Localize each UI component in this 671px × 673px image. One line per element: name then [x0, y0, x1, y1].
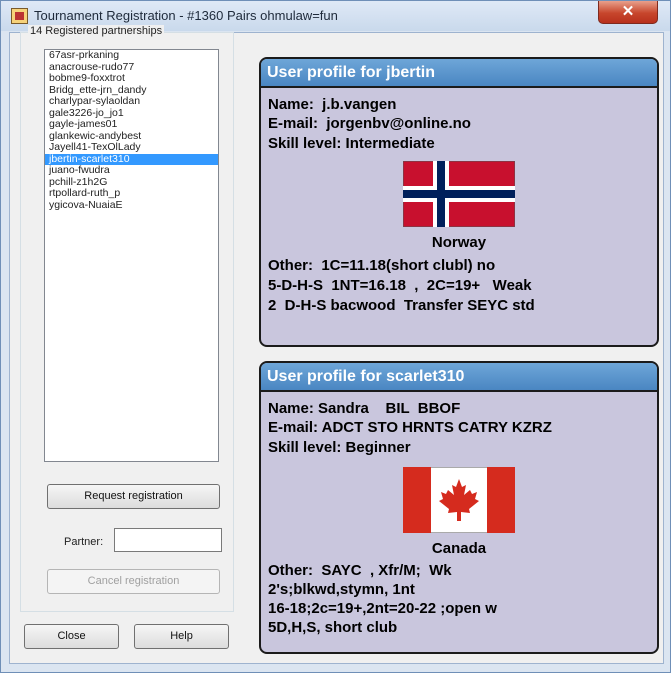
profile-email: E-mail: jorgenbv@online.no: [268, 115, 471, 132]
profile-email: E-mail: ADCT STO HRNTS CATRY KZRZ: [268, 419, 552, 436]
norway-flag-icon: [403, 161, 515, 227]
profile-other-line-4: 5D,H,S, short club: [268, 619, 398, 636]
profile-header: User profile for jbertin: [261, 59, 657, 88]
list-item[interactable]: 67asr-prkaning: [45, 50, 218, 62]
user-profile-panel-scarlet310: User profile for scarlet310 Name: Sandra…: [259, 361, 659, 654]
list-item[interactable]: jbertin-scarlet310: [45, 153, 218, 165]
partner-input[interactable]: [114, 528, 222, 552]
profile-other-line-2: 2's;blkwd,stymn, 1nt: [268, 581, 415, 598]
profile-other-line-1: Other: SAYC , Xfr/M; Wk: [268, 562, 452, 579]
list-item[interactable]: gale3226-jo_jo1: [45, 108, 218, 120]
help-button[interactable]: Help: [134, 624, 229, 649]
profile-name: Name: Sandra BIL BBOF: [268, 400, 461, 417]
canada-flag-icon: [403, 467, 515, 533]
profile-skill-level: Skill level: Intermediate: [268, 135, 435, 152]
profile-country: Canada: [431, 540, 487, 557]
list-item[interactable]: ygicova-NuaiaE: [45, 200, 218, 212]
list-item[interactable]: rtpollard-ruth_p: [45, 188, 218, 200]
profile-other-line-3: 2 D-H-S bacwood Transfer SEYC std: [268, 297, 535, 314]
partnerships-listbox[interactable]: 67asr-prkaning anacrouse-rudo77 bobme9-fox…: [44, 49, 219, 462]
window-close-button[interactable]: ✕: [598, 1, 658, 24]
list-item[interactable]: Bridg_ette-jrn_dandy: [45, 85, 218, 97]
window-title: Tournament Registration - #1360 Pairs oh…: [34, 8, 338, 23]
user-profile-panel-jbertin: User profile for jbertin Name: j.b.vange…: [259, 57, 659, 347]
list-item[interactable]: charlypar-sylaoldan: [45, 96, 218, 108]
profile-skill-level: Skill level: Beginner: [268, 439, 411, 456]
profile-other-line-1: Other: 1C=11.18(short clubl) no: [268, 257, 496, 274]
profile-country: Norway: [431, 234, 487, 251]
registered-partnerships-legend: 14 Registered partnerships: [28, 25, 165, 37]
list-item[interactable]: gayle-james01: [45, 119, 218, 131]
profile-name: Name: j.b.vangen: [268, 96, 397, 113]
cancel-registration-button[interactable]: Cancel registration: [47, 569, 220, 594]
partner-label: Partner:: [64, 536, 104, 548]
list-item[interactable]: Jayell41-TexOlLady: [45, 142, 218, 154]
list-item[interactable]: juano-fwudra: [45, 165, 218, 177]
profile-other-line-3: 16-18;2c=19+,2nt=20-22 ;open w: [268, 600, 497, 617]
profile-other-line-2: 5-D-H-S 1NT=16.18 , 2C=19+ Weak: [268, 277, 532, 294]
list-item[interactable]: pchill-z1h2G: [45, 177, 218, 189]
close-button[interactable]: Close: [24, 624, 119, 649]
list-item[interactable]: anacrouse-rudo77: [45, 62, 218, 74]
app-icon: [11, 8, 28, 24]
request-registration-button[interactable]: Request registration: [47, 484, 220, 509]
list-item[interactable]: glankewic-andybest: [45, 131, 218, 143]
profile-header: User profile for scarlet310: [261, 363, 657, 392]
list-item[interactable]: bobme9-foxxtrot: [45, 73, 218, 85]
